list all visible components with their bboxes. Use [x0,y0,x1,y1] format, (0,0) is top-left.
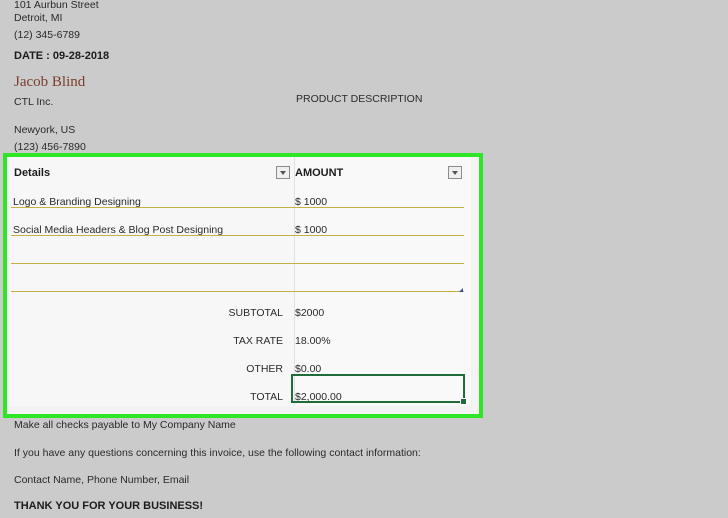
sender-street: 101 Aurbun Street [14,0,99,11]
row-3-rule [11,263,464,264]
fill-handle[interactable] [460,398,467,405]
sender-city: Detroit, MI [14,12,63,24]
table-resize-handle-icon[interactable] [459,288,463,292]
row-2-rule [11,235,464,236]
client-name: Jacob Blind [14,74,86,90]
header-details[interactable]: Details [14,167,50,179]
total-label: TOTAL [250,391,283,403]
invoice-date: DATE : 09-28-2018 [14,50,110,62]
client-phone: (123) 456-7890 [14,141,86,153]
checks-note: Make all checks payable to My Company Na… [14,419,236,431]
contact-line: Contact Name, Phone Number, Email [14,474,190,486]
tax-rate-label: TAX RATE [233,335,283,347]
amount-column-bg [295,157,471,406]
amount-filter-dropdown-icon[interactable] [448,166,462,179]
sender-phone: (12) 345-6789 [14,29,80,41]
row-1-rule [11,207,464,208]
details-filter-dropdown-icon[interactable] [276,166,290,179]
subtotal-value[interactable]: $2000 [295,307,324,319]
other-label: OTHER [246,363,283,375]
product-description-label: PRODUCT DESCRIPTION [296,93,423,105]
row-4-rule [11,291,464,292]
invoice-table: Details AMOUNT Logo & Branding Designing… [3,153,483,418]
header-amount[interactable]: AMOUNT [295,167,343,179]
selected-cell-outline [291,374,465,403]
client-company: CTL Inc. [14,96,54,108]
tax-rate-value[interactable]: 18.00% [295,335,331,347]
client-city: Newyork, US [14,124,76,136]
questions-note: If you have any questions concerning thi… [14,447,421,459]
thank-you-note: THANK YOU FOR YOUR BUSINESS! [14,500,204,512]
subtotal-label: SUBTOTAL [228,307,283,319]
